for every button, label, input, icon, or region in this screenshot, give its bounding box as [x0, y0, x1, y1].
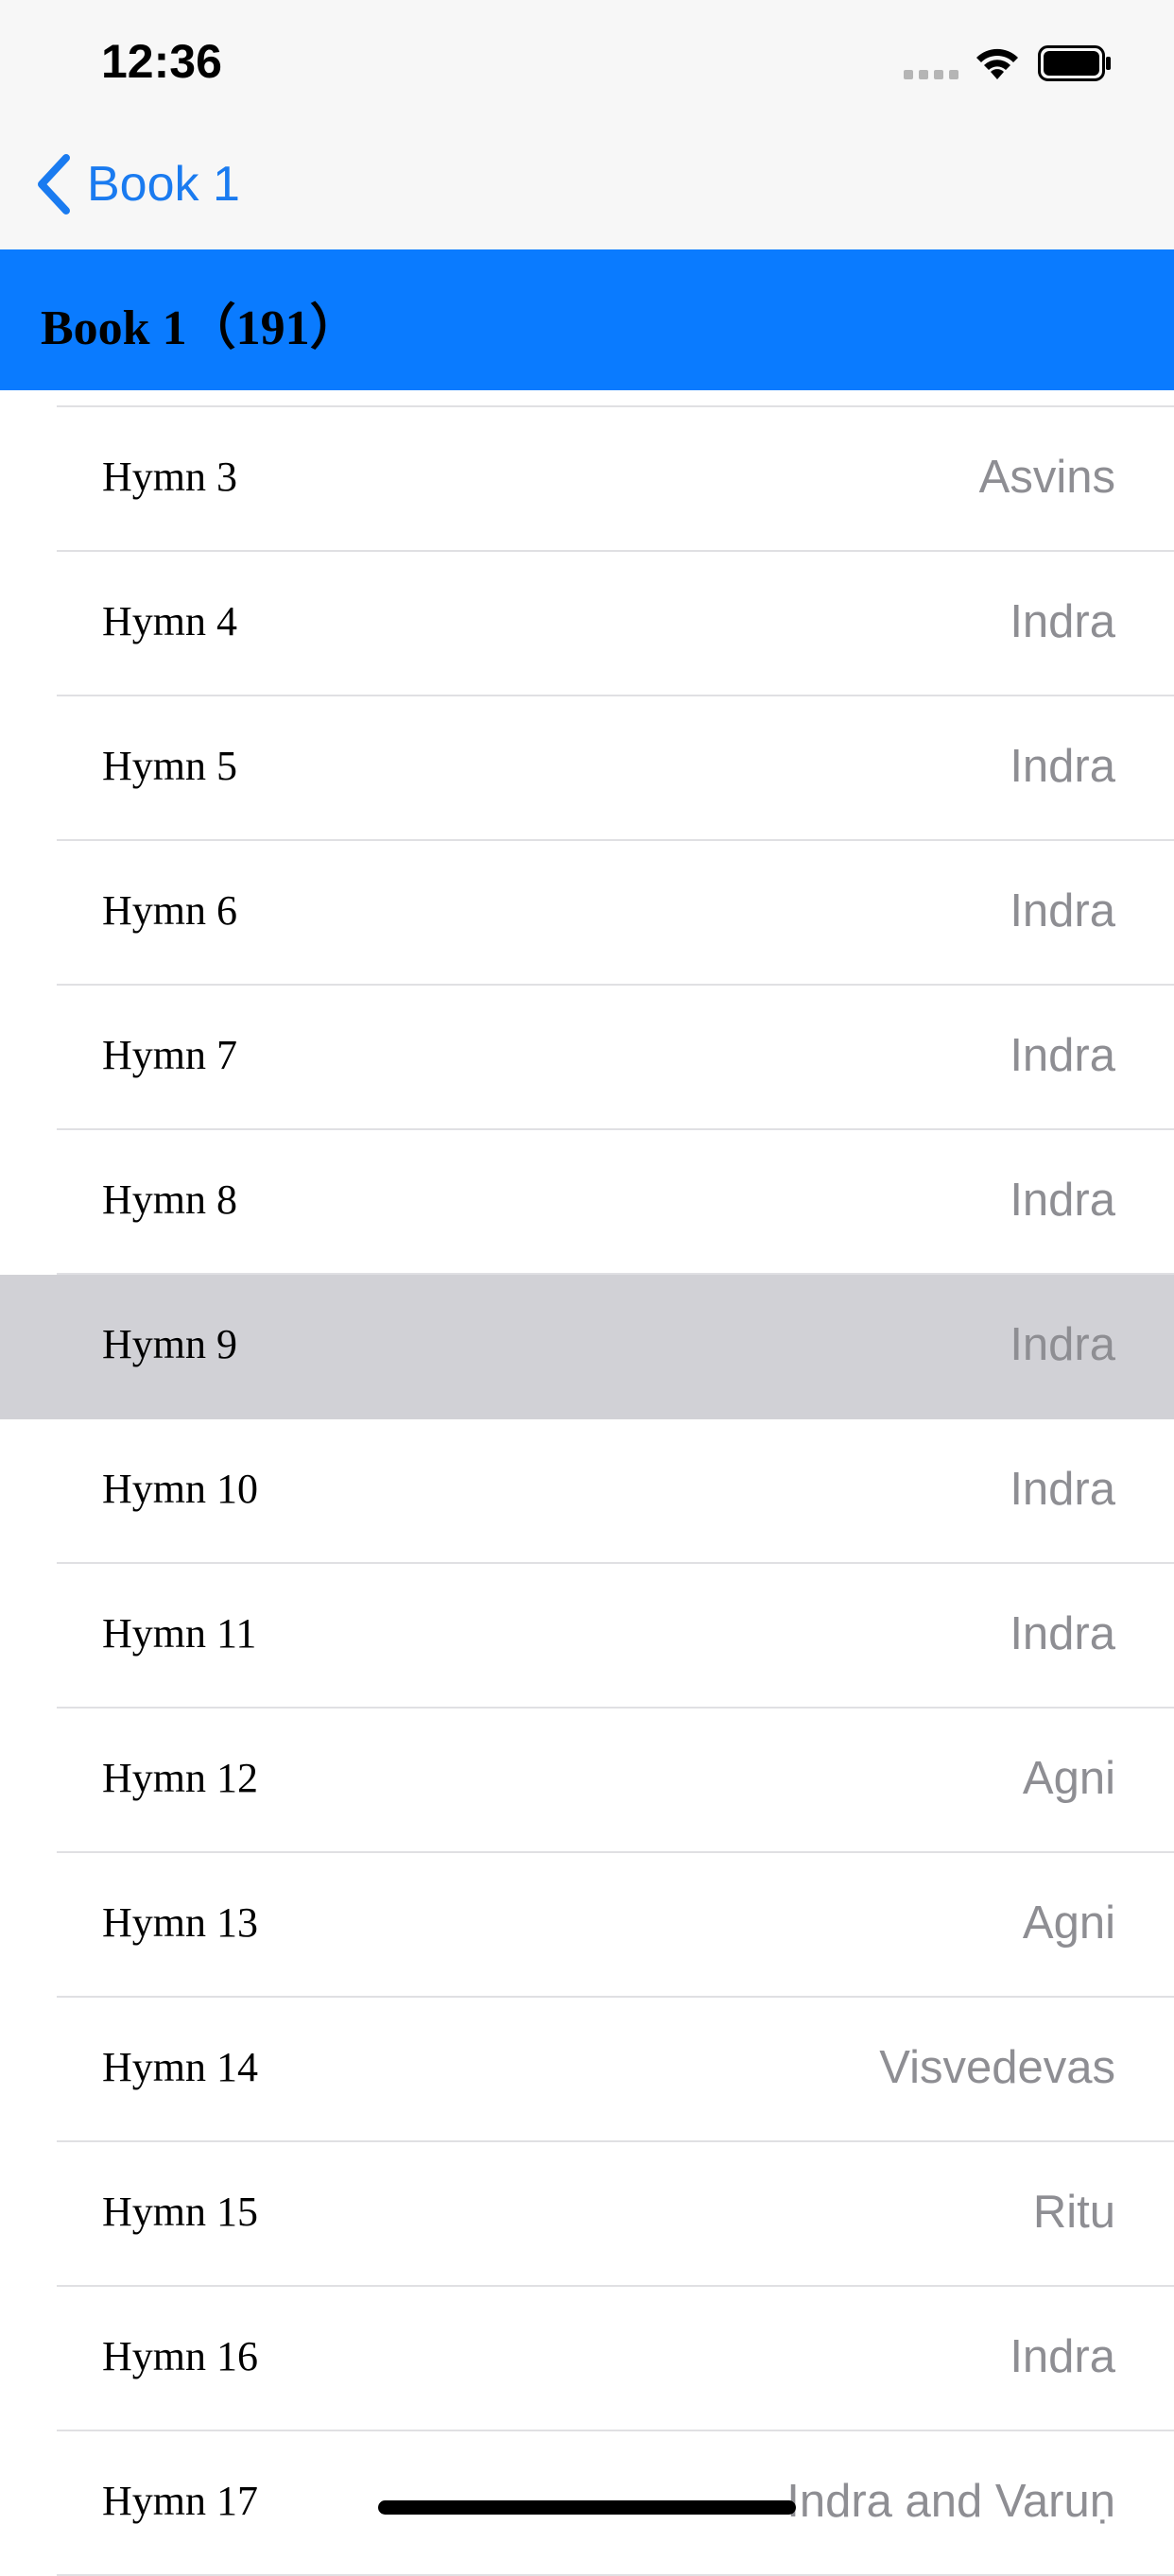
- hymn-deity: Indra: [1010, 741, 1115, 792]
- hymn-deity: Visvedevas: [879, 2042, 1115, 2093]
- list-item[interactable]: Hymn 11 Indra: [0, 1564, 1174, 1709]
- hymn-deity: Indra: [1010, 2331, 1115, 2382]
- section-title: Book 1（191）: [41, 301, 359, 355]
- hymn-deity: Agni: [1022, 1753, 1115, 1804]
- list-item[interactable]: Hymn 10 Indra: [0, 1419, 1174, 1564]
- hymn-title: Hymn 13: [102, 1899, 258, 1946]
- hymn-deity: Indra: [1010, 596, 1115, 647]
- hymn-title: Hymn 4: [102, 598, 237, 644]
- list-item[interactable]: Hymn 6 Indra: [0, 841, 1174, 986]
- list-item[interactable]: Hymn 16 Indra: [0, 2287, 1174, 2431]
- hymn-title: Hymn 5: [102, 743, 237, 789]
- hymn-deity: Agni: [1022, 1898, 1115, 1949]
- list-item[interactable]: Hymn 12 Agni: [0, 1709, 1174, 1853]
- hymn-deity: Indra and Varuṇ: [786, 2476, 1115, 2527]
- battery-icon: [1038, 45, 1111, 81]
- list-item[interactable]: Hymn 13 Agni: [0, 1853, 1174, 1998]
- hymn-title: Hymn 17: [102, 2478, 258, 2524]
- hymn-title: Hymn 14: [102, 2044, 258, 2090]
- status-bar: 12:36: [0, 0, 1174, 123]
- hymn-title: Hymn 10: [102, 1466, 258, 1512]
- hymn-deity: Indra: [1010, 885, 1115, 936]
- section-header: Book 1（191）: [0, 249, 1174, 390]
- hymn-title: Hymn 7: [102, 1032, 237, 1078]
- hymn-deity: Indra: [1010, 1030, 1115, 1081]
- list-item[interactable]: Hymn 4 Indra: [0, 552, 1174, 696]
- status-time: 12:36: [101, 35, 222, 88]
- hymn-deity: Asvins: [978, 452, 1115, 503]
- list-item[interactable]: Hymn 5 Indra: [0, 696, 1174, 841]
- hymn-deity: Indra: [1010, 1319, 1115, 1370]
- hymn-title: Hymn 6: [102, 887, 237, 934]
- chevron-left-icon: [38, 154, 70, 215]
- list-item[interactable]: Hymn 7 Indra: [0, 986, 1174, 1130]
- list-item[interactable]: Hymn 3 Asvins: [0, 407, 1174, 552]
- hymn-title: Hymn 8: [102, 1176, 237, 1223]
- back-button[interactable]: Book 1: [34, 151, 240, 217]
- list-item[interactable]: Hymn 15 Ritu: [0, 2142, 1174, 2287]
- list-item[interactable]: Hymn 8 Indra: [0, 1130, 1174, 1275]
- navigation-bar: Book 1: [0, 123, 1174, 249]
- list-item[interactable]: Hymn 14 Visvedevas: [0, 1998, 1174, 2142]
- hymn-title: Hymn 16: [102, 2333, 258, 2379]
- hymn-title: Hymn 3: [102, 454, 237, 500]
- hymn-deity: Ritu: [1032, 2187, 1115, 2238]
- cellular-signal-icon: [904, 70, 958, 79]
- hymn-deity: Indra: [1010, 1608, 1115, 1659]
- home-indicator: [378, 2500, 796, 2515]
- hymn-title: Hymn 11: [102, 1610, 257, 1657]
- hymn-title: Hymn 9: [102, 1321, 237, 1367]
- wifi-icon: [976, 48, 1018, 79]
- hymn-title: Hymn 15: [102, 2189, 258, 2235]
- back-button-label: Book 1: [87, 157, 240, 212]
- hymn-title: Hymn 12: [102, 1755, 258, 1801]
- list-item[interactable]: Hymn 9 Indra: [0, 1275, 1174, 1419]
- hymn-deity: Indra: [1010, 1175, 1115, 1226]
- hymn-deity: Indra: [1010, 1464, 1115, 1515]
